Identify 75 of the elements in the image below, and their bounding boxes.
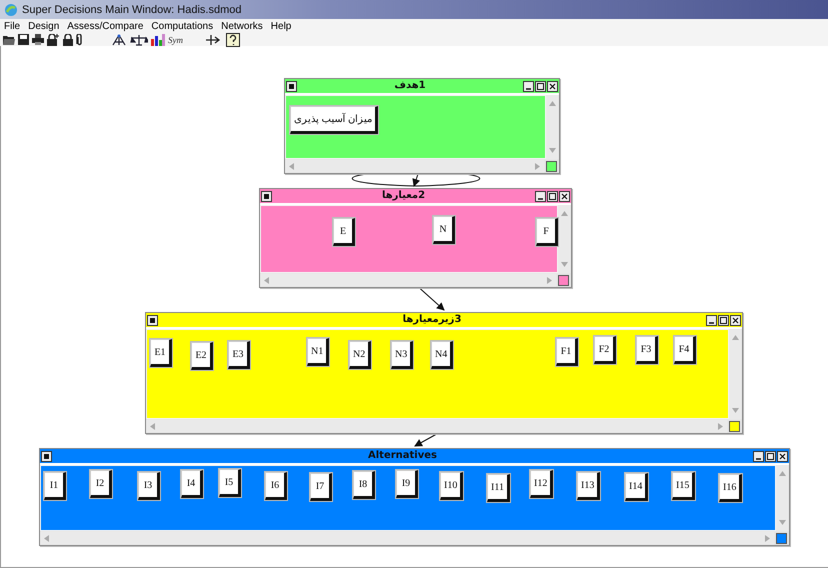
close-icon[interactable] bbox=[559, 190, 570, 202]
maximize-icon[interactable] bbox=[535, 80, 546, 92]
print-icon[interactable] bbox=[32, 34, 44, 45]
node-button[interactable]: I15 bbox=[672, 472, 696, 500]
cluster-title: 2معیارها bbox=[380, 190, 426, 202]
node-button[interactable]: I7 bbox=[310, 473, 332, 501]
lock-icon[interactable] bbox=[63, 34, 73, 46]
node-button[interactable]: I5 bbox=[219, 469, 241, 497]
bar-chart-icon[interactable] bbox=[151, 34, 165, 46]
node-button[interactable]: I3 bbox=[138, 472, 160, 500]
network-icon[interactable] bbox=[111, 34, 127, 46]
resize-grip[interactable] bbox=[729, 420, 740, 432]
folder-icon[interactable] bbox=[3, 34, 15, 45]
window-menu-icon[interactable] bbox=[286, 80, 297, 92]
app-icon bbox=[4, 2, 18, 16]
menu-item[interactable]: Computations bbox=[151, 20, 214, 32]
maximize-icon[interactable] bbox=[765, 450, 776, 462]
window-menu-icon[interactable] bbox=[147, 314, 158, 326]
window-title: Super Decisions Main Window: Hadis.sdmod bbox=[22, 4, 242, 16]
window-menu-icon[interactable] bbox=[41, 450, 52, 462]
menu-item[interactable]: Assess/Compare bbox=[67, 20, 144, 32]
close-icon[interactable] bbox=[730, 314, 741, 326]
menu-item[interactable]: Networks bbox=[221, 20, 263, 32]
node-button[interactable]: I6 bbox=[265, 472, 287, 500]
minimize-icon[interactable] bbox=[706, 314, 717, 326]
connect-arrow-icon[interactable] bbox=[205, 34, 221, 46]
node-button[interactable]: F3 bbox=[636, 336, 658, 364]
node-button[interactable]: F bbox=[536, 218, 558, 246]
node-button[interactable]: N4 bbox=[431, 341, 454, 369]
close-icon[interactable] bbox=[547, 80, 558, 92]
node-button[interactable]: I14 bbox=[625, 473, 648, 501]
minimize-icon[interactable] bbox=[523, 80, 534, 92]
node-button[interactable]: E3 bbox=[228, 341, 250, 369]
cluster-title: Alternatives bbox=[367, 450, 438, 462]
maximize-icon[interactable] bbox=[718, 314, 729, 326]
maximize-icon[interactable] bbox=[547, 190, 558, 202]
window-menu-icon[interactable] bbox=[261, 190, 272, 202]
paperclip-icon[interactable] bbox=[76, 34, 83, 46]
sym-button[interactable]: Sym bbox=[168, 34, 183, 44]
node-button[interactable]: I16 bbox=[719, 474, 742, 502]
menu-item[interactable]: Help bbox=[270, 20, 292, 32]
menu-item[interactable]: Design bbox=[28, 20, 60, 32]
node-button[interactable]: I4 bbox=[181, 470, 203, 498]
cluster-title: 1هدف bbox=[393, 80, 427, 92]
node-button[interactable]: I9 bbox=[396, 470, 418, 498]
resize-grip[interactable] bbox=[546, 160, 557, 172]
node-button[interactable]: N1 bbox=[307, 338, 330, 366]
node-button[interactable]: I10 bbox=[440, 472, 464, 500]
node-button[interactable]: F4 bbox=[674, 336, 696, 364]
node-button[interactable]: I2 bbox=[90, 470, 112, 498]
node-button[interactable]: I8 bbox=[353, 471, 375, 499]
node-button[interactable]: I11 bbox=[487, 474, 510, 502]
node-button[interactable]: E1 bbox=[150, 339, 172, 367]
save-icon[interactable] bbox=[18, 34, 29, 45]
minimize-icon[interactable] bbox=[753, 450, 764, 462]
help-icon[interactable] bbox=[226, 32, 240, 46]
node-button[interactable]: N bbox=[433, 216, 455, 244]
node-button[interactable]: میزان آسیب پذیری bbox=[290, 106, 378, 134]
node-button[interactable]: I1 bbox=[44, 472, 66, 500]
node-button[interactable]: N3 bbox=[391, 341, 414, 369]
node-button[interactable]: F1 bbox=[556, 338, 578, 366]
menu-item[interactable]: File bbox=[4, 20, 20, 32]
cluster-title: 3زیرمعیارها bbox=[402, 314, 462, 326]
balance-icon[interactable] bbox=[130, 34, 148, 46]
resize-grip[interactable] bbox=[776, 532, 787, 544]
close-icon[interactable] bbox=[777, 450, 788, 462]
node-button[interactable]: E bbox=[333, 218, 355, 246]
minimize-icon[interactable] bbox=[535, 190, 546, 202]
node-button[interactable]: F2 bbox=[594, 336, 616, 364]
lock-icon[interactable] bbox=[47, 34, 60, 46]
node-button[interactable]: I13 bbox=[577, 472, 600, 500]
node-button[interactable]: I12 bbox=[530, 470, 554, 498]
node-button[interactable]: E2 bbox=[191, 342, 213, 370]
resize-grip[interactable] bbox=[558, 274, 569, 286]
node-button[interactable]: N2 bbox=[349, 341, 372, 369]
